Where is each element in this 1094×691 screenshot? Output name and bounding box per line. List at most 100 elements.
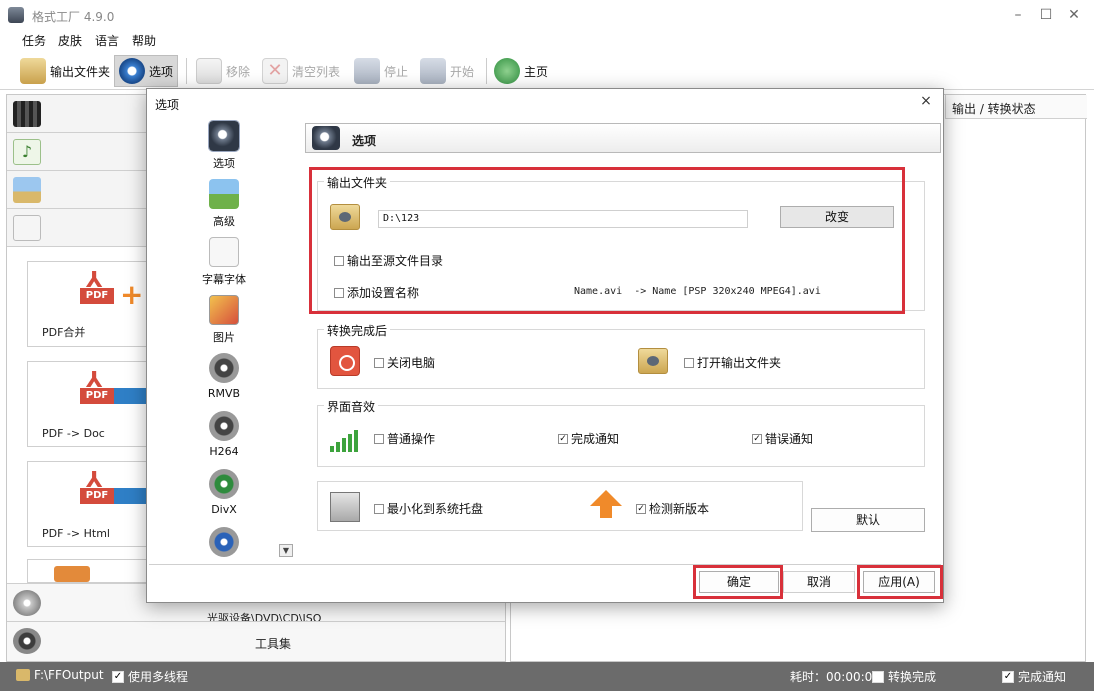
- checkbox-icon: [334, 255, 344, 266]
- clear-list-label: 清空列表: [292, 64, 341, 79]
- multithread-label: 使用多线程: [128, 670, 189, 684]
- minimize-tray-checkbox[interactable]: 最小化到系统托盘: [374, 500, 483, 517]
- clear-list-button[interactable]: ✕ 清空列表: [258, 55, 344, 87]
- film-reel-icon: [209, 527, 239, 557]
- text-document-icon: [209, 237, 239, 267]
- category-tools[interactable]: 工具集: [7, 621, 505, 661]
- plus-icon: +: [120, 278, 144, 311]
- apply-button[interactable]: 应用(A): [863, 571, 935, 593]
- remove-button[interactable]: 移除: [192, 55, 254, 87]
- nav-label: RMVB: [207, 387, 241, 400]
- options-button[interactable]: 选项: [114, 55, 179, 87]
- settings-icon: [312, 126, 340, 150]
- cancel-button[interactable]: 取消: [783, 571, 855, 593]
- settings-icon: [208, 120, 240, 152]
- picture-icon: [13, 177, 41, 203]
- output-path-label: F:\FFOutput: [34, 668, 104, 682]
- after-convert-label: 转换完成: [888, 670, 937, 684]
- add-setting-name-checkbox[interactable]: 添加设置名称: [334, 284, 419, 301]
- nav-options[interactable]: 选项: [189, 120, 259, 171]
- document-remove-icon: [196, 58, 222, 84]
- start-label: 开始: [450, 64, 475, 79]
- output-folder-group: 输出文件夹 D:\123 改变 输出至源文件目录 添加设置名称 Name.avi…: [317, 174, 925, 311]
- checkbox-icon: [374, 433, 384, 444]
- film-reel-icon: [209, 353, 239, 383]
- status-bar: F:\FFOutput ✓ 使用多线程 耗时：00:00:00 转换完成 ✓ 完…: [0, 662, 1094, 691]
- output-path-item[interactable]: F:\FFOutput: [16, 668, 104, 682]
- tools-label: 工具集: [255, 637, 292, 651]
- complete-notify-checkbox[interactable]: ✓ 完成通知: [558, 430, 619, 447]
- nav-rmvb[interactable]: RMVB: [189, 353, 259, 400]
- pdf-merge-tile[interactable]: ⅄ PDF + PDF合并: [27, 261, 157, 347]
- options-header-title: 选项: [352, 134, 377, 148]
- document-edit-icon: [13, 215, 41, 241]
- after-convert-checkbox[interactable]: 转换完成: [872, 668, 936, 685]
- checkbox-icon: [374, 503, 384, 514]
- stop-button[interactable]: 停止: [350, 55, 412, 87]
- output-path-input[interactable]: D:\123: [378, 210, 748, 228]
- folder-icon: [20, 58, 46, 84]
- close-button[interactable]: ✕: [1064, 6, 1084, 24]
- system-tray-icon: [330, 492, 360, 522]
- checkbox-checked-icon: ✓: [558, 433, 568, 444]
- notify-checkbox[interactable]: ✓ 完成通知: [1002, 668, 1066, 685]
- nav-divx[interactable]: DivX: [189, 469, 259, 516]
- checkbox-checked-icon: ✓: [112, 670, 124, 683]
- ok-button[interactable]: 确定: [699, 571, 779, 593]
- pdf-to-html-tile[interactable]: ⅄ PDF PDF -> Html: [27, 461, 157, 547]
- dialog-close-button[interactable]: ×: [917, 93, 935, 109]
- output-status-column-header[interactable]: 输出 / 转换状态: [945, 95, 1087, 119]
- shutdown-checkbox[interactable]: 关闭电脑: [374, 354, 435, 371]
- film-reel-icon: [209, 411, 239, 441]
- shutdown-label: 关闭电脑: [387, 356, 436, 370]
- nav-scroll-down-button[interactable]: ▼: [279, 544, 293, 557]
- music-icon: ♪: [13, 139, 41, 165]
- nav-subtitle-font[interactable]: 字幕字体: [189, 237, 259, 287]
- maximize-button[interactable]: ☐: [1036, 6, 1056, 24]
- nav-advanced[interactable]: 高级: [189, 179, 259, 229]
- sound-group-title: 界面音效: [324, 398, 379, 415]
- nav-h264[interactable]: H264: [189, 411, 259, 458]
- open-output-checkbox[interactable]: 打开输出文件夹: [684, 354, 781, 371]
- landscape-icon: [209, 179, 239, 209]
- film-reel-icon: [13, 628, 41, 654]
- check-update-checkbox[interactable]: ✓ 检测新版本: [636, 500, 709, 517]
- checkbox-icon: [334, 287, 344, 298]
- nav-label: 选项: [213, 157, 235, 170]
- normal-op-checkbox[interactable]: 普通操作: [374, 430, 435, 447]
- multithread-checkbox[interactable]: ✓ 使用多线程: [112, 668, 188, 685]
- menu-skin[interactable]: 皮肤: [58, 32, 82, 49]
- misc-group: 最小化到系统托盘 ✓ 检测新版本: [317, 481, 803, 531]
- change-folder-button[interactable]: 改变: [780, 206, 894, 228]
- options-label: 选项: [149, 64, 174, 79]
- default-button[interactable]: 默认: [811, 508, 925, 532]
- to-source-dir-checkbox[interactable]: 输出至源文件目录: [334, 252, 443, 269]
- tile-label: PDF -> Doc: [42, 427, 105, 440]
- nav-more[interactable]: [189, 527, 259, 559]
- update-arrow-icon: [590, 490, 622, 506]
- tile-label: PDF -> Html: [42, 527, 110, 540]
- folder-icon: [330, 204, 360, 230]
- options-dialog: 选项 × 选项 高级 字幕字体 图片 RMVB H264 DivX ▼ 选项 输…: [146, 88, 944, 603]
- start-button[interactable]: 开始: [416, 55, 478, 87]
- options-header: 选项: [305, 123, 941, 153]
- dialog-separator: [149, 564, 941, 565]
- home-button[interactable]: 主页: [490, 55, 552, 87]
- nav-label: 高级: [213, 215, 235, 228]
- minimize-button[interactable]: –: [1008, 6, 1028, 24]
- nav-label: 字幕字体: [202, 273, 246, 286]
- pdf-tile-partial[interactable]: [27, 559, 157, 583]
- add-setting-name-label: 添加设置名称: [347, 286, 420, 300]
- output-folder-group-title: 输出文件夹: [324, 174, 391, 191]
- title-bar: 格式工厂 4.9.0 – ☐ ✕: [0, 0, 1094, 30]
- pdf-to-doc-tile[interactable]: ⅄ PDF PDF -> Doc: [27, 361, 157, 447]
- error-notify-checkbox[interactable]: ✓ 错误通知: [752, 430, 813, 447]
- elapsed-label: 耗时：00:00:00: [790, 670, 880, 684]
- menu-help[interactable]: 帮助: [132, 32, 156, 49]
- toolbar-separator: [486, 58, 487, 84]
- nav-picture[interactable]: 图片: [189, 295, 259, 345]
- menu-language[interactable]: 语言: [95, 32, 119, 49]
- tile-label: PDF合并: [42, 326, 86, 339]
- output-folder-button[interactable]: 输出文件夹: [16, 55, 114, 87]
- menu-task[interactable]: 任务: [22, 32, 46, 49]
